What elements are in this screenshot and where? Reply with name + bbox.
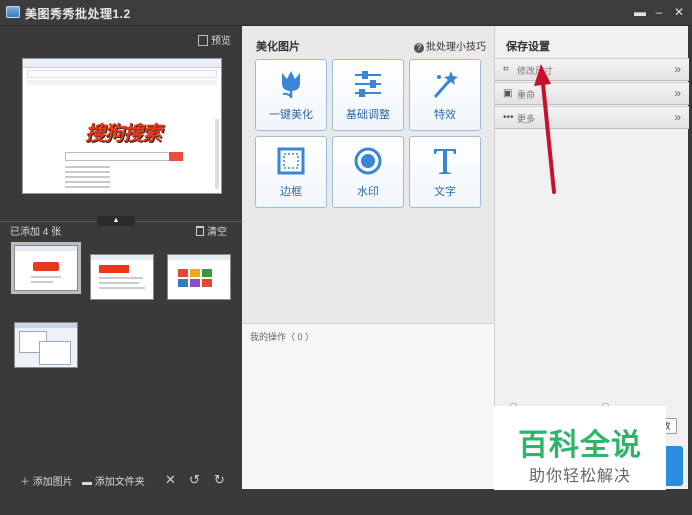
rotate-right-icon[interactable]: ↻ — [214, 472, 225, 488]
thumbnail-2[interactable] — [90, 254, 154, 300]
my-operations-area: 我的操作（ 0 ） — [242, 323, 494, 489]
tool-effects[interactable]: 特效 — [409, 59, 481, 131]
add-images-label: 添加图片 — [32, 477, 73, 488]
tips-label: 批处理小技巧 — [426, 42, 486, 53]
more-row[interactable]: ••• 更多 » — [495, 106, 689, 129]
watermark-overlay: 百科全说 助你轻松解决 — [494, 406, 666, 490]
tool-label: 一键美化 — [269, 109, 313, 121]
watermark-title: 百科全说 — [518, 429, 642, 462]
thumbnail-1[interactable] — [11, 242, 81, 294]
expand-arrow-icon: » — [674, 62, 681, 76]
rotate-left-icon[interactable]: ↺ — [189, 472, 200, 488]
add-images-button[interactable]: ＋ 添加图片 — [20, 473, 73, 488]
delete-icon[interactable]: ✕ — [165, 472, 176, 488]
tool-one-click-beautify[interactable]: 一键美化 — [255, 59, 327, 131]
my-operations-title: 我的操作（ 0 ） — [250, 332, 315, 342]
tool-label: 基础调整 — [346, 109, 390, 121]
plus-icon: ＋ — [20, 477, 30, 488]
preview-label: 预览 — [211, 36, 231, 47]
beautify-title: 美化图片 — [256, 41, 300, 53]
beautify-panel: 美化图片 ? 批处理小技巧 一键美化 基础调整 特效 边框 水印 文字 我的操作… — [242, 26, 494, 489]
thumbnail-3[interactable] — [167, 254, 231, 300]
tips-link[interactable]: ? 批处理小技巧 — [414, 38, 486, 53]
close-button[interactable]: ✕ — [671, 4, 687, 20]
question-icon: ? — [414, 43, 424, 53]
tool-label: 文字 — [434, 186, 456, 198]
frame-icon — [256, 145, 326, 177]
preview-icon — [198, 35, 208, 46]
more-icon: ••• — [503, 112, 514, 123]
preview-image: 搜狗搜索 — [22, 58, 222, 194]
preview-search-box — [65, 152, 183, 161]
window-title: 美图秀秀批处理1.2 — [25, 7, 131, 21]
tool-label: 水印 — [357, 186, 379, 198]
preview-logo-text: 搜狗搜索 — [85, 123, 162, 145]
tulip-icon — [256, 68, 326, 100]
tool-text[interactable]: 文字 — [409, 136, 481, 208]
watermark-subtitle: 助你轻松解决 — [528, 468, 631, 485]
tool-basic-adjust[interactable]: 基础调整 — [332, 59, 404, 131]
tool-label: 边框 — [280, 186, 302, 198]
tool-watermark[interactable]: 水印 — [332, 136, 404, 208]
magic-wand-icon — [410, 68, 480, 100]
watermark-icon — [333, 145, 403, 177]
resize-row[interactable]: ⌗ 修改尺寸 » — [495, 58, 689, 81]
preview-button[interactable]: 预览 — [198, 32, 231, 47]
annotation-arrow-icon — [534, 64, 556, 194]
tool-border[interactable]: 边框 — [255, 136, 327, 208]
thumbnail-4[interactable] — [14, 322, 78, 368]
skin-menu-icon[interactable]: ▬ — [632, 4, 648, 20]
rename-icon: ▣ — [503, 88, 513, 99]
folder-icon: ▬ — [82, 477, 92, 488]
sliders-icon — [333, 68, 403, 100]
tool-label: 特效 — [434, 109, 456, 121]
expand-arrow-icon: » — [674, 110, 681, 124]
collapse-preview-button[interactable]: ▲ — [97, 216, 135, 226]
added-count-label: 已添加 4 张 — [10, 227, 62, 238]
left-bottom-toolbar: ＋ 添加图片 ▬ 添加文件夹 ✕ ↺ ↻ — [0, 466, 242, 492]
add-folder-button[interactable]: ▬ 添加文件夹 — [82, 473, 145, 488]
image-list-panel: 预览 搜狗搜索 ▲ 已添加 4 张 清空 ＋ 添加图片 ▬ 添加文件夹 ✕ ↺ … — [0, 26, 242, 515]
add-folder-label: 添加文件夹 — [94, 477, 145, 488]
clear-button[interactable]: 清空 — [196, 223, 227, 238]
crop-icon: ⌗ — [503, 64, 509, 75]
app-logo-icon — [6, 6, 20, 18]
expand-arrow-icon: » — [674, 86, 681, 100]
save-settings-title: 保存设置 — [506, 41, 550, 53]
clear-label: 清空 — [207, 227, 227, 238]
title-bar: 美图秀秀批处理1.2 ▬ – ✕ — [0, 0, 692, 26]
trash-icon — [196, 226, 204, 236]
save-button[interactable] — [663, 446, 683, 486]
text-icon — [410, 145, 480, 177]
minimize-button[interactable]: – — [651, 4, 667, 20]
rename-row[interactable]: ▣ 重命 » — [495, 82, 689, 105]
